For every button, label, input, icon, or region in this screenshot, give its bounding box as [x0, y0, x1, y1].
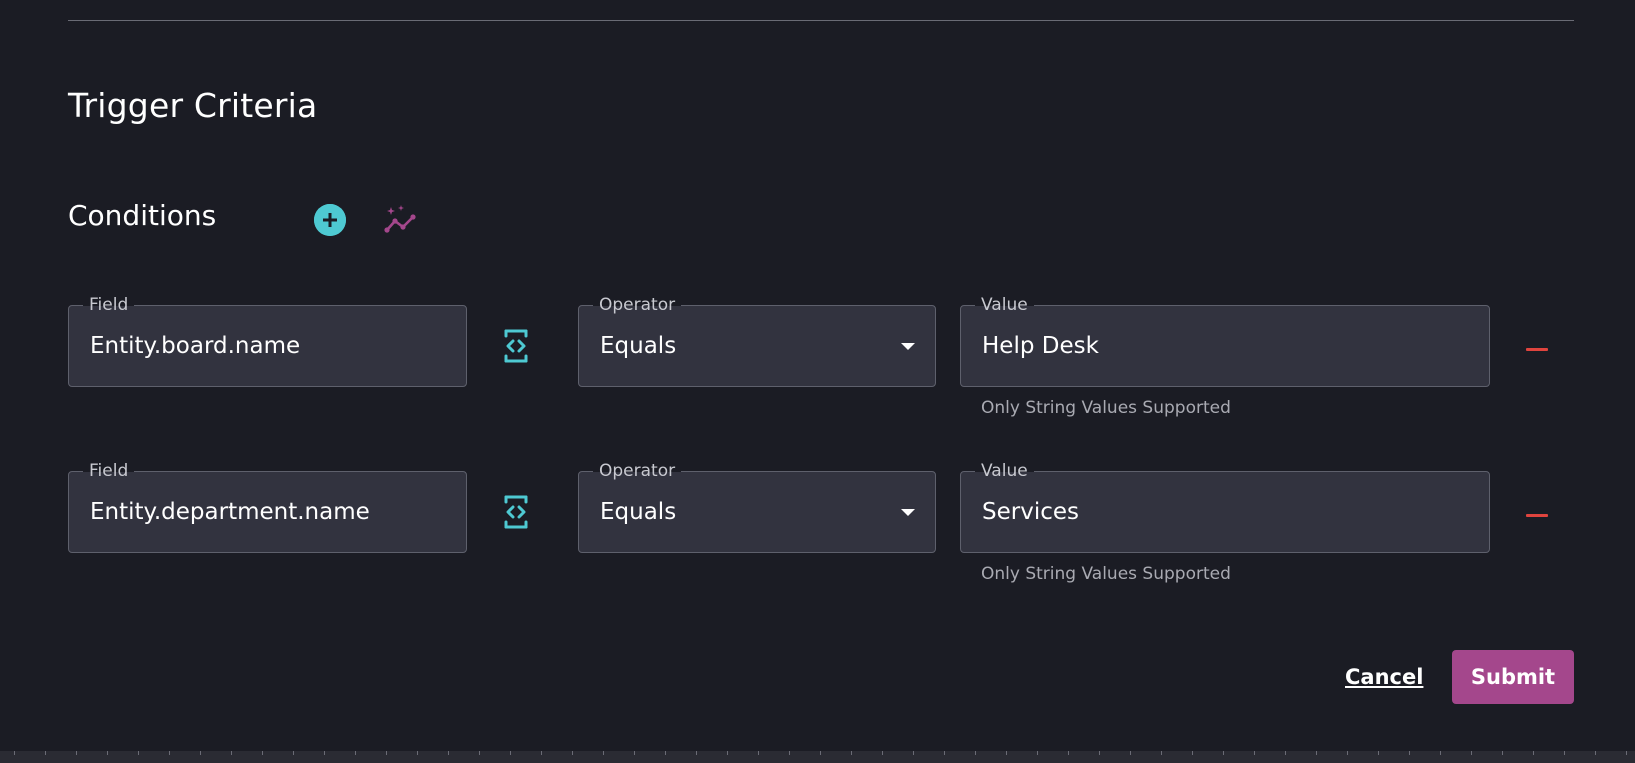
- ruler-tick: [665, 751, 666, 755]
- code-brackets-icon: [504, 329, 528, 363]
- submit-button[interactable]: Submit: [1452, 650, 1574, 704]
- ruler-tick: [1006, 751, 1007, 755]
- minus-icon: [1526, 513, 1548, 517]
- trigger-criteria-page: Trigger Criteria Conditions Field Entity…: [0, 0, 1635, 763]
- ruler-tick: [975, 751, 976, 755]
- ruler-tick: [76, 751, 77, 755]
- operator-label: Operator: [593, 460, 682, 482]
- ruler-tick: [696, 751, 697, 755]
- dropdown-arrow-icon: [901, 509, 915, 516]
- ruler-tick: [1440, 751, 1441, 755]
- ruler-tick: [1471, 751, 1472, 755]
- operator-select[interactable]: Operator Equals: [578, 294, 936, 387]
- operator-value: Equals: [600, 499, 677, 525]
- ruler-tick: [851, 751, 852, 755]
- remove-condition-button[interactable]: [1524, 505, 1550, 525]
- ruler-tick: [293, 751, 294, 755]
- ruler-tick: [820, 751, 821, 755]
- field-label: Field: [83, 460, 135, 482]
- add-condition-button[interactable]: [314, 204, 346, 236]
- ruler-tick: [1037, 751, 1038, 755]
- ruler-tick: [262, 751, 263, 755]
- plus-circle-icon: [314, 204, 346, 236]
- minus-icon: [1526, 347, 1548, 351]
- ruler-tick: [386, 751, 387, 755]
- ruler-tick: [45, 751, 46, 755]
- ruler-tick: [1068, 751, 1069, 755]
- ruler-tick: [231, 751, 232, 755]
- field-value: Entity.board.name: [90, 333, 301, 359]
- dropdown-arrow-icon: [901, 343, 915, 350]
- ruler-tick: [789, 751, 790, 755]
- ruler-tick: [169, 751, 170, 755]
- ruler-tick: [1285, 751, 1286, 755]
- ruler-tick: [634, 751, 635, 755]
- ruler-tick: [1161, 751, 1162, 755]
- remove-condition-button[interactable]: [1524, 339, 1550, 359]
- value-label: Value: [975, 294, 1034, 316]
- sparkle-chart-icon: [384, 205, 416, 233]
- value-helper-text: Only String Values Supported: [981, 398, 1231, 418]
- cancel-button[interactable]: Cancel: [1345, 663, 1423, 691]
- ruler-tick: [1347, 751, 1348, 755]
- ruler-tick: [1502, 751, 1503, 755]
- ruler-tick: [107, 751, 108, 755]
- field-label: Field: [83, 294, 135, 316]
- operator-select[interactable]: Operator Equals: [578, 460, 936, 553]
- ruler-tick: [448, 751, 449, 755]
- ruler-tick: [200, 751, 201, 755]
- value-label: Value: [975, 460, 1034, 482]
- ruler-tick: [1564, 751, 1565, 755]
- ai-suggest-button[interactable]: [383, 204, 423, 236]
- field-value: Entity.department.name: [90, 499, 370, 525]
- ruler-tick: [14, 751, 15, 755]
- ruler-tick: [603, 751, 604, 755]
- value-helper-text: Only String Values Supported: [981, 564, 1231, 584]
- ruler-tick: [479, 751, 480, 755]
- value-value: Services: [982, 499, 1079, 525]
- value-value: Help Desk: [982, 333, 1099, 359]
- code-toggle-button[interactable]: [501, 328, 531, 364]
- ruler-tick: [1378, 751, 1379, 755]
- ruler-tick: [1099, 751, 1100, 755]
- ruler-tick: [324, 751, 325, 755]
- ruler-tick: [510, 751, 511, 755]
- ruler-tick: [758, 751, 759, 755]
- ruler-tick: [1626, 751, 1627, 755]
- ruler-tick: [417, 751, 418, 755]
- value-input[interactable]: Value Services: [960, 460, 1490, 553]
- ruler-tick: [1254, 751, 1255, 755]
- operator-value: Equals: [600, 333, 677, 359]
- ruler-tick: [138, 751, 139, 755]
- field-input[interactable]: Field Entity.department.name: [68, 460, 467, 553]
- ruler-tick: [913, 751, 914, 755]
- top-divider: [68, 20, 1574, 21]
- ruler-tick: [1192, 751, 1193, 755]
- section-title: Trigger Criteria: [68, 86, 318, 125]
- conditions-title: Conditions: [68, 199, 217, 232]
- ruler-tick: [572, 751, 573, 755]
- ruler-tick: [541, 751, 542, 755]
- ruler-tick: [1533, 751, 1534, 755]
- code-brackets-icon: [504, 495, 528, 529]
- ruler-tick: [944, 751, 945, 755]
- bottom-scroll-strip: [0, 751, 1635, 763]
- ruler-tick: [1316, 751, 1317, 755]
- ruler-tick: [355, 751, 356, 755]
- value-input[interactable]: Value Help Desk: [960, 294, 1490, 387]
- ruler-tick: [1130, 751, 1131, 755]
- ruler-tick: [727, 751, 728, 755]
- operator-label: Operator: [593, 294, 682, 316]
- field-input[interactable]: Field Entity.board.name: [68, 294, 467, 387]
- code-toggle-button[interactable]: [501, 494, 531, 530]
- ruler-tick: [1223, 751, 1224, 755]
- ruler-tick: [882, 751, 883, 755]
- ruler-tick: [1595, 751, 1596, 755]
- ruler-tick: [1409, 751, 1410, 755]
